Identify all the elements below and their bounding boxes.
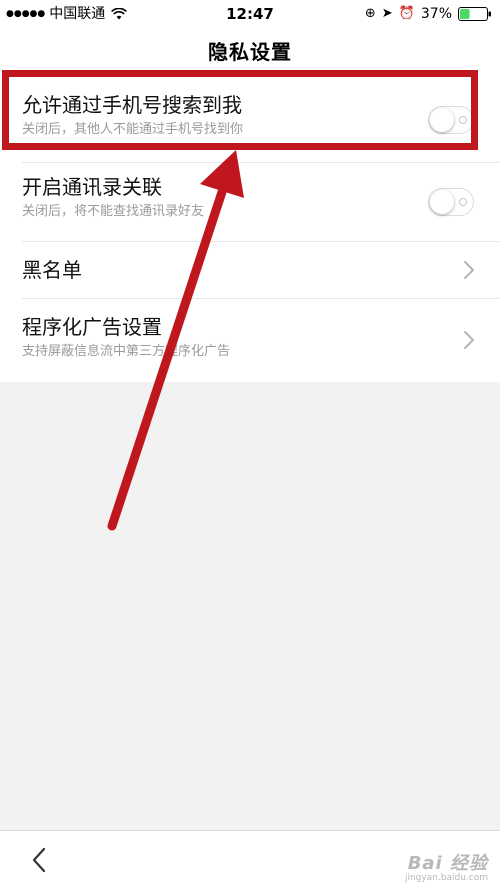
contacts-link-toggle[interactable] [428, 188, 474, 216]
divider [22, 162, 500, 163]
setting-programmatic-ads-title: 程序化广告设置 [22, 315, 162, 339]
setting-contacts-link[interactable]: 开启通讯录关联 关闭后，将不能查找通讯录好友 [0, 174, 500, 240]
battery-percent: 37% [420, 6, 452, 22]
status-right: ⊕ ➤ ⏰ 37% [365, 0, 492, 28]
location-icon: ➤ [381, 6, 393, 21]
page-title: 隐私设置 [208, 40, 292, 64]
alarm-icon: ⏰ [398, 6, 415, 21]
chevron-right-icon [464, 261, 474, 279]
setting-blacklist-title: 黑名单 [22, 258, 82, 282]
watermark: Bai 经验 jingyan.baidu.com [405, 849, 488, 883]
toggle-off-mark-icon [459, 116, 467, 124]
watermark-logo: Bai 经验 [407, 853, 488, 874]
setting-phone-search[interactable]: 允许通过手机号搜索到我 关闭后，其他人不能通过手机号找到你 [0, 92, 500, 162]
battery-icon [458, 7, 491, 21]
watermark-url: jingyan.baidu.com [404, 873, 488, 883]
top-header: ●●●●● 中国联通 12:47 ⊕ ➤ ⏰ 37% 隐私设置 [0, 0, 500, 78]
setting-programmatic-ads[interactable]: 程序化广告设置 支持屏蔽信息流中第三方程序化广告 [0, 314, 500, 380]
status-bar: ●●●●● 中国联通 12:47 ⊕ ➤ ⏰ 37% [0, 0, 500, 28]
toggle-knob [430, 108, 454, 132]
phone-search-toggle[interactable] [428, 106, 474, 134]
orientation-lock-icon: ⊕ [364, 6, 376, 21]
chevron-right-icon [464, 331, 474, 349]
toggle-knob [430, 190, 454, 214]
bottom-toolbar: Bai 经验 jingyan.baidu.com [0, 830, 500, 889]
settings-list: 允许通过手机号搜索到我 关闭后，其他人不能通过手机号找到你 开启通讯录关联 关闭… [0, 78, 500, 382]
setting-blacklist[interactable]: 黑名单 [0, 242, 500, 298]
back-chevron-icon[interactable] [30, 847, 48, 873]
setting-programmatic-ads-subtitle: 支持屏蔽信息流中第三方程序化广告 [22, 344, 231, 359]
toggle-off-mark-icon [459, 198, 467, 206]
divider [22, 298, 500, 299]
